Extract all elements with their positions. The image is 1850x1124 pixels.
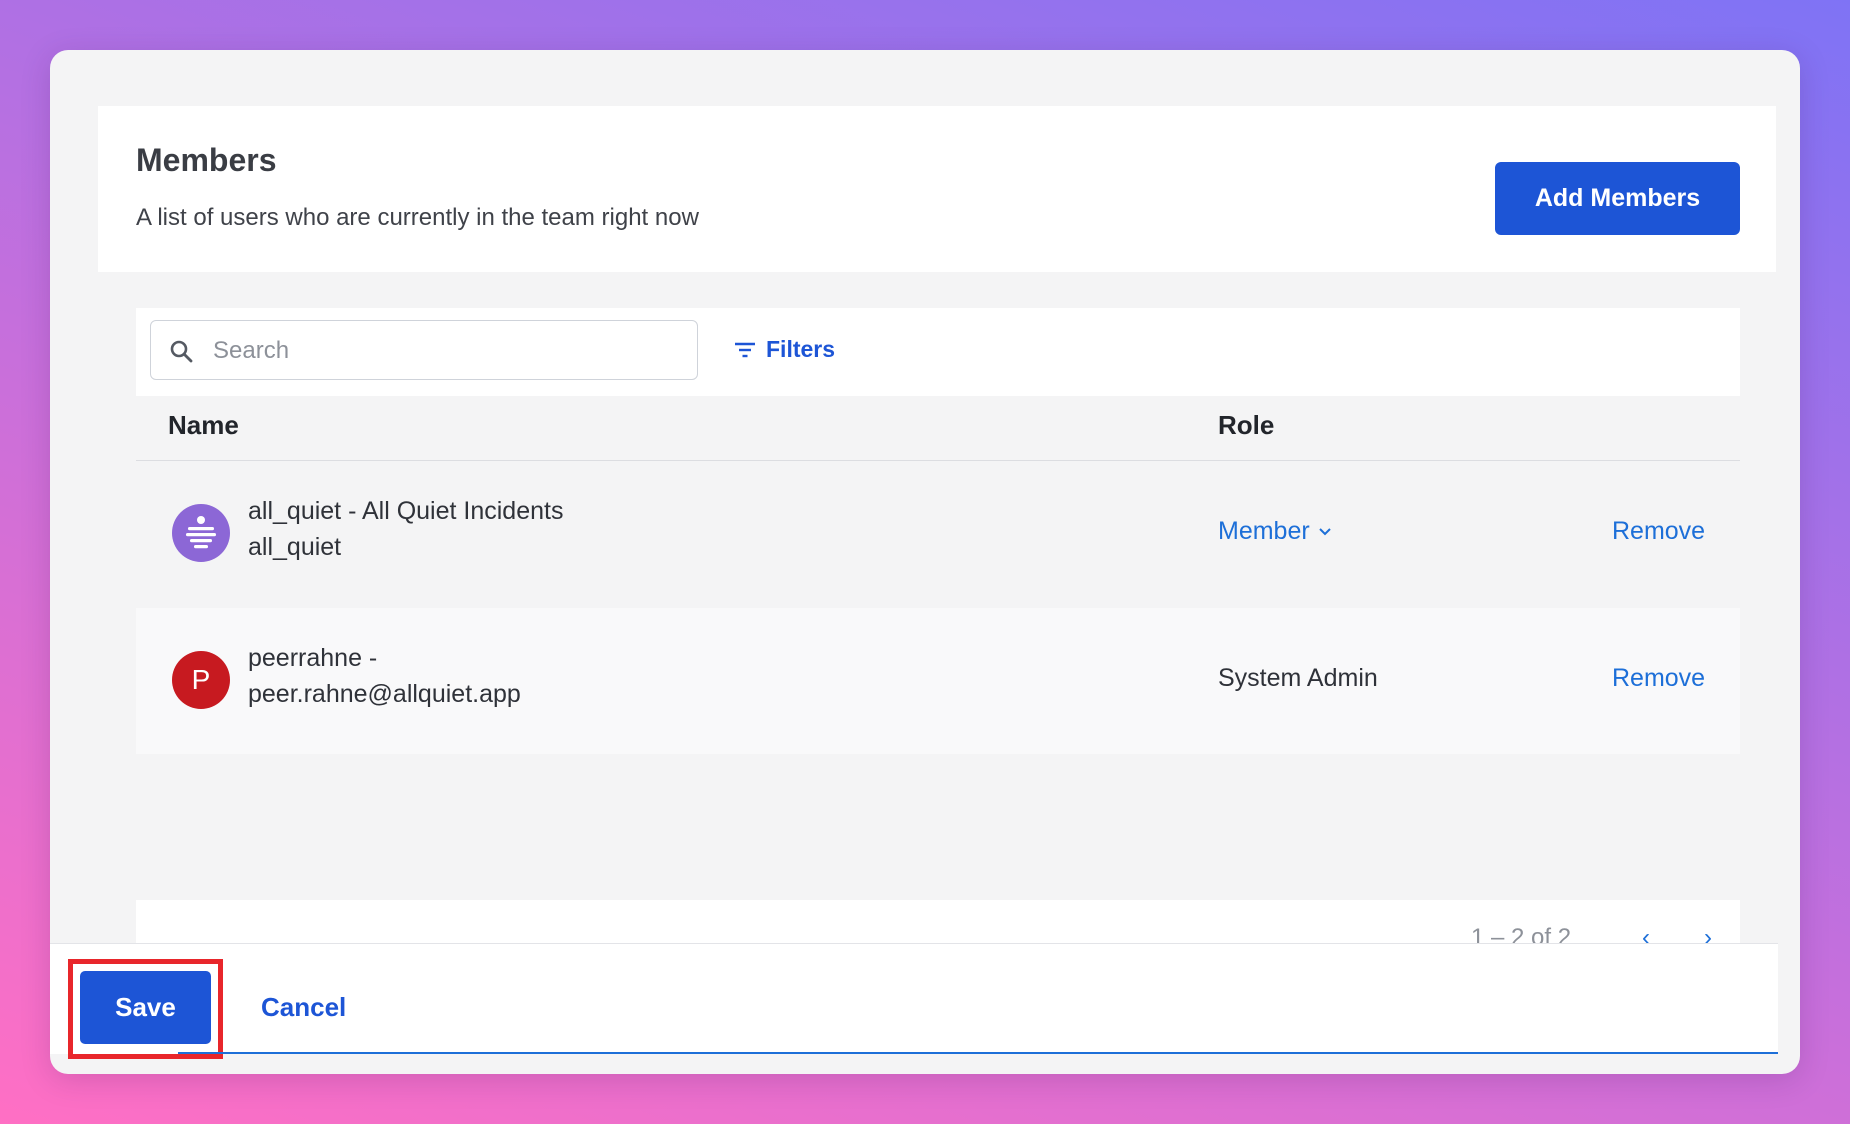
- column-header-role: Role: [1218, 410, 1275, 440]
- page-subtitle: A list of users who are currently in the…: [136, 204, 699, 231]
- members-header: Members A list of users who are currentl…: [98, 106, 1776, 272]
- chevron-down-icon: [1318, 527, 1331, 535]
- team-edit-window: Members A list of users who are currentl…: [50, 50, 1800, 1074]
- table-toolbar: Search Filters: [136, 308, 1740, 396]
- filter-icon: [735, 342, 755, 357]
- member-display-name: peerrahne -: [248, 644, 378, 672]
- column-header-name: Name: [168, 410, 239, 440]
- filters-label: Filters: [766, 336, 836, 362]
- member-name: peerrahne - peer.rahne@allquiet.app: [248, 640, 521, 712]
- filters-button[interactable]: Filters: [734, 336, 835, 363]
- add-members-button[interactable]: Add Members: [1495, 162, 1740, 235]
- avatar: P: [172, 651, 230, 709]
- member-name: all_quiet - All Quiet Incidents all_quie…: [248, 493, 563, 565]
- form-footer: Save Cancel: [50, 943, 1778, 1059]
- footer-divider: [178, 1052, 1778, 1054]
- table-row: P peerrahne - peer.rahne@allquiet.app Sy…: [136, 608, 1740, 754]
- search-icon: [170, 340, 193, 363]
- role-value: System Admin: [1218, 664, 1378, 692]
- role-dropdown[interactable]: Member: [1218, 517, 1332, 546]
- save-button[interactable]: Save: [80, 971, 211, 1044]
- cancel-button[interactable]: Cancel: [261, 992, 346, 1023]
- member-username: all_quiet: [248, 533, 342, 561]
- remove-member-link[interactable]: Remove: [1612, 664, 1705, 693]
- remove-member-link[interactable]: Remove: [1612, 517, 1705, 546]
- all-quiet-logo-icon: [186, 516, 216, 549]
- member-email: peer.rahne@allquiet.app: [248, 680, 521, 708]
- member-display-name: all_quiet - All Quiet Incidents: [248, 497, 564, 525]
- table-row: all_quiet - All Quiet Incidents all_quie…: [136, 461, 1740, 607]
- avatar: [172, 504, 230, 562]
- table-header: Name Role: [136, 396, 1740, 461]
- search-input[interactable]: Search: [150, 320, 698, 380]
- members-table: Search Filters Name Role all_quiet - All…: [136, 308, 1740, 996]
- page-title: Members: [136, 142, 277, 178]
- members-panel: Members A list of users who are currentl…: [98, 106, 1776, 996]
- search-placeholder: Search: [213, 337, 290, 364]
- role-value: Member: [1218, 517, 1310, 545]
